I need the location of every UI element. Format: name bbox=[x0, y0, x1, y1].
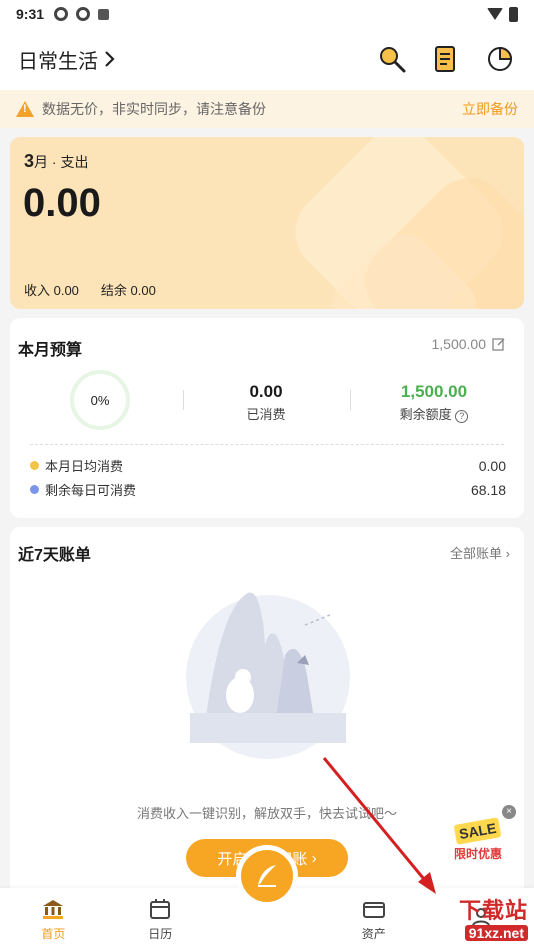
budget-total[interactable]: 1,500.00 bbox=[432, 336, 507, 352]
sale-tag: SALE bbox=[453, 817, 503, 845]
remain-label: 剩余额度 bbox=[399, 407, 452, 422]
tab-home[interactable]: 首页 bbox=[0, 888, 107, 950]
bill-list-icon[interactable] bbox=[430, 43, 462, 75]
all-bills-label: 全部账单 bbox=[450, 546, 503, 561]
dashed-divider bbox=[30, 444, 504, 445]
remain-value: 1,500.00 bbox=[400, 382, 468, 401]
recent-bills-title: 近7天账单 bbox=[18, 547, 91, 564]
month-suffix: 月 · 支出 bbox=[34, 154, 89, 170]
wifi-icon bbox=[487, 8, 503, 20]
battery-icon bbox=[509, 6, 518, 22]
daily-average-value: 0.00 bbox=[478, 457, 506, 474]
income-label: 收入 0.00 bbox=[24, 283, 79, 298]
empty-state-text: 消费收入一键识别，解放双手，快去试试吧～ bbox=[136, 806, 397, 821]
help-icon[interactable]: ? bbox=[455, 410, 469, 423]
spent-value: 0.00 bbox=[249, 382, 283, 401]
warning-icon bbox=[16, 101, 34, 117]
monthly-summary-card[interactable]: 3月 · 支出 0.00 收入 0.00 结余 0.00 bbox=[10, 137, 524, 309]
remain-stat: 1,500.00 剩余额度 ? bbox=[374, 382, 494, 423]
month-label: 3月 · 支出 bbox=[24, 151, 88, 172]
bank-icon bbox=[43, 899, 64, 919]
tab-calendar[interactable]: 日历 bbox=[107, 888, 214, 950]
daily-remaining-value: 68.18 bbox=[470, 481, 506, 498]
calendar-icon bbox=[150, 898, 171, 919]
warning-text: 数据无价，非实时同步，请注意备份 bbox=[42, 101, 266, 117]
notification-icon bbox=[98, 8, 110, 20]
budget-card: 本月预算 1,500.00 0% 0.00 已消费 1,500.00 剩余额度 … bbox=[10, 318, 524, 518]
watermark-logo: 下载站 91xz.net bbox=[416, 886, 534, 948]
income-balance-row: 收入 0.00 结余 0.00 bbox=[24, 280, 156, 299]
spent-stat: 0.00 已消费 bbox=[206, 382, 326, 423]
remain-label-row: 剩余额度 ? bbox=[374, 404, 494, 423]
sync-icon-2 bbox=[76, 7, 91, 21]
add-record-button[interactable] bbox=[236, 845, 298, 907]
daily-average-label: 本月日均消费 bbox=[45, 459, 124, 474]
chevron-right-icon: › bbox=[505, 546, 510, 561]
budget-title: 本月预算 bbox=[18, 342, 83, 359]
budget-progress-ring: 0% bbox=[70, 370, 130, 430]
all-bills-link[interactable]: 全部账单 › bbox=[450, 543, 510, 562]
divider bbox=[350, 390, 351, 410]
tab-assets[interactable]: 资产 bbox=[320, 888, 427, 950]
watermark-text: 下载站 bbox=[458, 898, 528, 923]
wallet-icon bbox=[362, 901, 385, 918]
app-header: 日常生活 bbox=[0, 28, 534, 90]
blue-dot-icon bbox=[30, 485, 39, 494]
chevron-right-icon bbox=[105, 51, 115, 67]
watermark-url: 91xz.net bbox=[464, 925, 528, 941]
yellow-dot-icon bbox=[30, 461, 39, 470]
divider bbox=[183, 390, 184, 410]
close-icon[interactable]: × bbox=[502, 805, 516, 819]
backup-warning-bar: 数据无价，非实时同步，请注意备份 立即备份 bbox=[0, 90, 534, 128]
status-bar: 9:31 bbox=[0, 0, 534, 28]
pie-chart-icon[interactable] bbox=[484, 43, 516, 75]
budget-total-value: 1,500.00 bbox=[431, 336, 487, 352]
sync-icon bbox=[54, 7, 69, 21]
daily-remaining-row: 剩余每日可消费 68.18 bbox=[30, 480, 506, 499]
daily-remaining-label: 剩余每日可消费 bbox=[45, 483, 137, 498]
recent-bills-card: 近7天账单 全部账单 › 消费收入一键识别，解放双手，快去试试吧～ 开启自动识账… bbox=[10, 527, 524, 897]
quill-icon bbox=[258, 865, 276, 887]
book-title: 日常生活 bbox=[18, 50, 98, 73]
spent-label: 已消费 bbox=[246, 407, 286, 422]
expense-amount: 0.00 bbox=[23, 181, 101, 225]
sale-label: 限时优惠 bbox=[453, 847, 502, 861]
ring-percent: 0% bbox=[90, 392, 110, 408]
tab-home-label: 首页 bbox=[41, 926, 66, 941]
backup-now-link[interactable]: 立即备份 bbox=[462, 99, 518, 119]
daily-average-row: 本月日均消费 0.00 bbox=[30, 456, 506, 475]
empty-state-illustration bbox=[186, 592, 350, 759]
tab-calendar-label: 日历 bbox=[148, 926, 173, 941]
tab-assets-label: 资产 bbox=[361, 926, 386, 941]
balance-label: 结余 0.00 bbox=[100, 283, 156, 298]
search-icon[interactable] bbox=[376, 43, 408, 75]
status-time: 9:31 bbox=[16, 6, 45, 22]
book-selector[interactable]: 日常生活 bbox=[18, 45, 116, 74]
sale-promo[interactable]: SALE 限时优惠 bbox=[446, 817, 510, 862]
edit-icon bbox=[492, 338, 505, 351]
month-number: 3 bbox=[24, 151, 35, 171]
